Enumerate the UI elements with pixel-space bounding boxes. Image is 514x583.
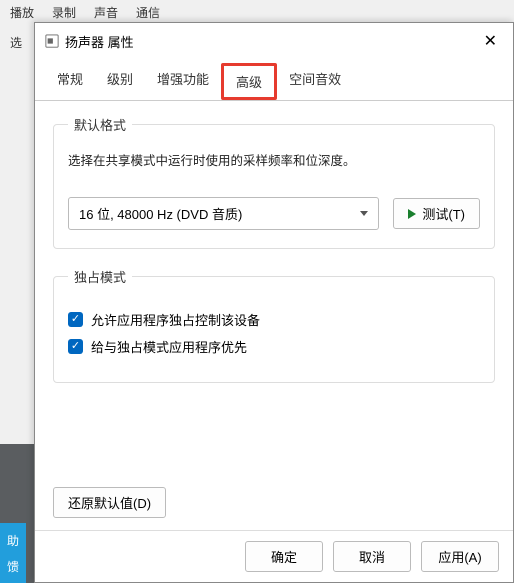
speaker-properties-dialog: 扬声器 属性 ✕ 常规 级别 增强功能 高级 空间音效 默认格式 选择在共享模式…: [34, 22, 514, 583]
speaker-icon: [45, 34, 59, 48]
bg-strip: [0, 24, 38, 444]
exclusive-allow-label: 允许应用程序独占控制该设备: [91, 310, 260, 329]
tab-general[interactable]: 常规: [45, 63, 95, 100]
tab-spatial[interactable]: 空间音效: [277, 63, 353, 100]
tab-advanced[interactable]: 高级: [221, 63, 277, 100]
ok-button[interactable]: 确定: [245, 541, 323, 572]
close-button[interactable]: ✕: [478, 29, 503, 53]
bg-tab: 播放: [10, 4, 34, 21]
restore-row: 还原默认值(D): [35, 483, 513, 530]
bg-feedback: 馈: [7, 558, 19, 575]
default-format-group: 默认格式 选择在共享模式中运行时使用的采样频率和位深度。 16 位, 48000…: [53, 115, 495, 249]
checkbox-checked-icon[interactable]: ✓: [68, 312, 83, 327]
test-button-label: 测试(T): [422, 204, 465, 223]
dialog-title: 扬声器 属性: [65, 32, 478, 51]
sample-format-value: 16 位, 48000 Hz (DVD 音质): [79, 204, 242, 223]
cancel-label: 取消: [359, 547, 385, 566]
exclusive-allow-row[interactable]: ✓ 允许应用程序独占控制该设备: [68, 310, 480, 329]
tab-levels[interactable]: 级别: [95, 63, 145, 100]
apply-label: 应用(A): [438, 547, 481, 566]
restore-defaults-label: 还原默认值(D): [68, 493, 151, 512]
dialog-footer: 确定 取消 应用(A): [35, 530, 513, 582]
apply-button[interactable]: 应用(A): [421, 541, 499, 572]
default-format-desc: 选择在共享模式中运行时使用的采样频率和位深度。: [68, 150, 480, 169]
play-icon: [408, 209, 416, 219]
default-format-legend: 默认格式: [68, 115, 132, 134]
bg-tab: 通信: [136, 4, 160, 21]
bg-tab: 录制: [52, 4, 76, 21]
tabstrip: 常规 级别 增强功能 高级 空间音效: [35, 59, 513, 101]
bg-sidebar: 助 馈: [0, 523, 26, 583]
exclusive-mode-group: 独占模式 ✓ 允许应用程序独占控制该设备 ✓ 给与独占模式应用程序优先: [53, 267, 495, 383]
tab-enhancements[interactable]: 增强功能: [145, 63, 221, 100]
ok-label: 确定: [271, 547, 297, 566]
sample-format-select[interactable]: 16 位, 48000 Hz (DVD 音质): [68, 197, 379, 230]
exclusive-priority-row[interactable]: ✓ 给与独占模式应用程序优先: [68, 337, 480, 356]
bg-tab: 声音: [94, 4, 118, 21]
exclusive-priority-label: 给与独占模式应用程序优先: [91, 337, 247, 356]
cancel-button[interactable]: 取消: [333, 541, 411, 572]
titlebar: 扬声器 属性 ✕: [35, 23, 513, 59]
bg-select-label: 选: [10, 34, 22, 51]
tab-content: 默认格式 选择在共享模式中运行时使用的采样频率和位深度。 16 位, 48000…: [35, 101, 513, 483]
exclusive-mode-legend: 独占模式: [68, 267, 132, 286]
chevron-down-icon: [360, 211, 368, 216]
test-button[interactable]: 测试(T): [393, 198, 480, 229]
bg-help: 助: [7, 532, 19, 549]
restore-defaults-button[interactable]: 还原默认值(D): [53, 487, 166, 518]
checkbox-checked-icon[interactable]: ✓: [68, 339, 83, 354]
